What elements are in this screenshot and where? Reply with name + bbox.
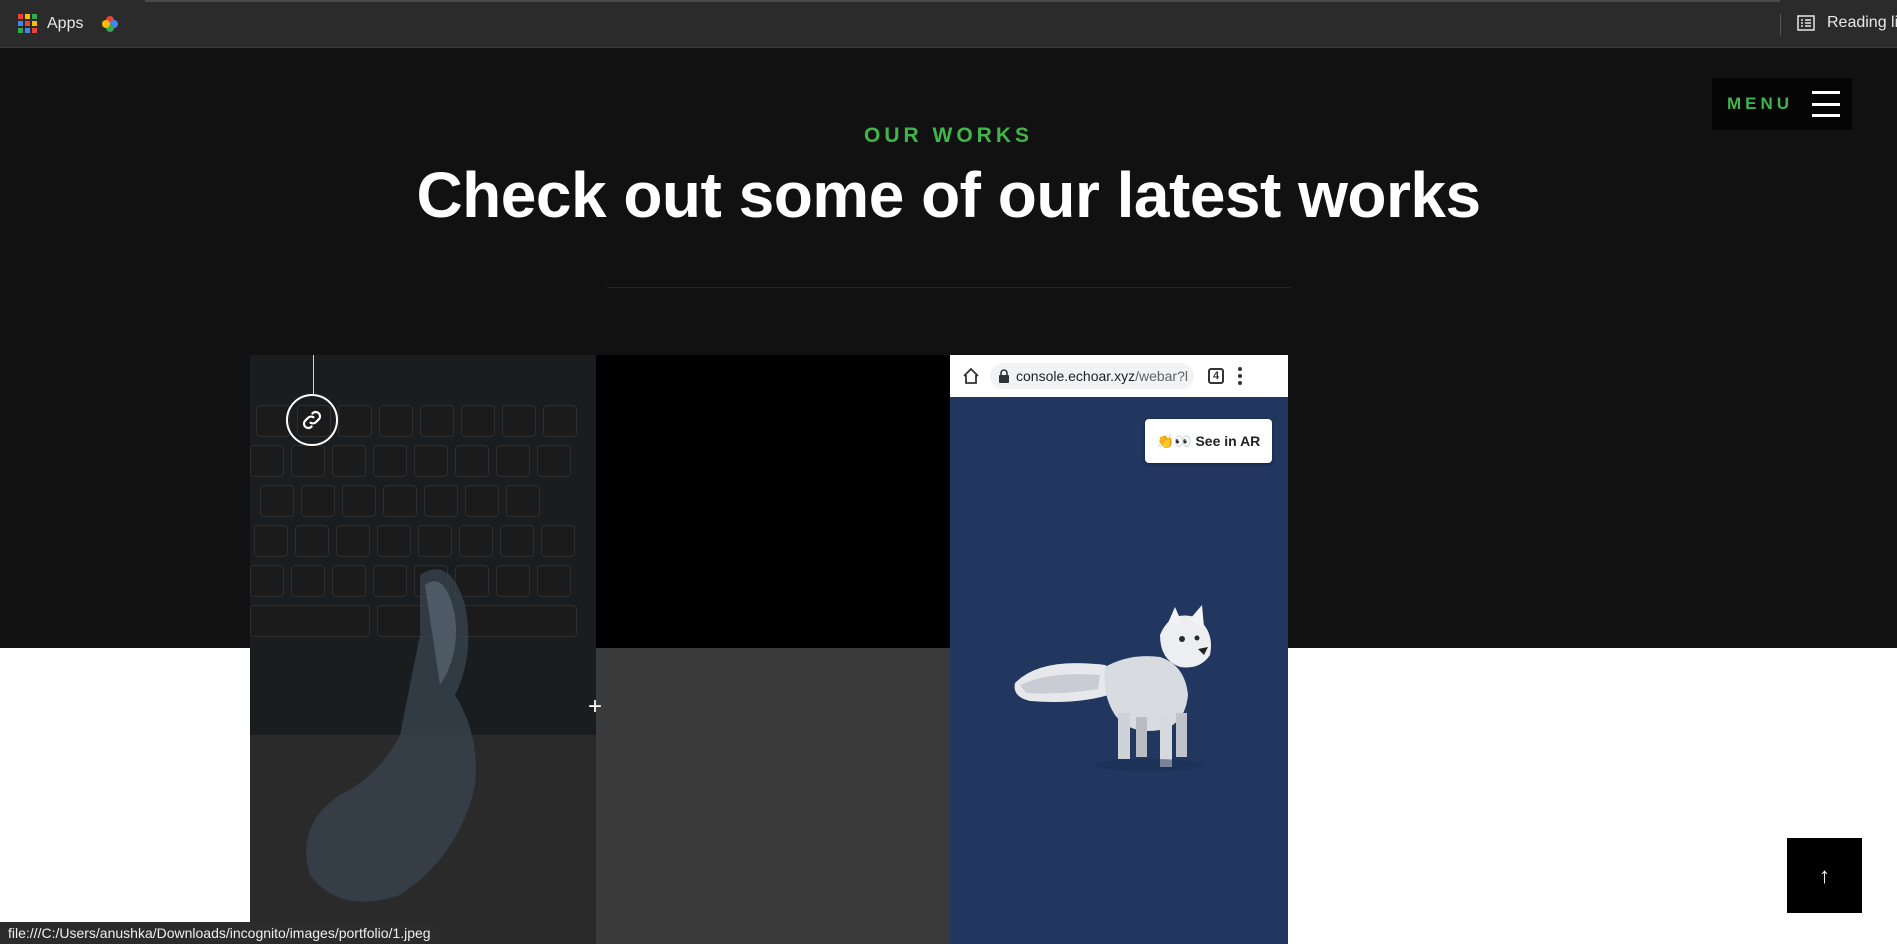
section-title: Check out some of our latest works <box>416 159 1481 231</box>
tab-count-icon: 4 <box>1208 368 1224 384</box>
reading-list-button[interactable]: Reading list <box>1797 14 1897 32</box>
bookmarks-bar: Apps Reading list <box>0 0 1897 48</box>
menu-label: MENU <box>1727 94 1794 113</box>
section-divider <box>607 287 1291 288</box>
apps-grid-icon <box>18 14 37 33</box>
arrow-up-icon: ↑ <box>1819 862 1830 888</box>
portfolio-item-placeholder[interactable] <box>596 648 950 944</box>
portfolio-item-video[interactable] <box>596 355 950 648</box>
phone-url-bar: console.echoar.xyz/webar?l <box>990 363 1194 389</box>
scroll-to-top-button[interactable]: ↑ <box>1787 838 1862 913</box>
bookmarks-divider <box>1780 14 1781 36</box>
phone-browser-bar: console.echoar.xyz/webar?l 4 <box>950 355 1288 397</box>
arctic-fox-model-image <box>1014 605 1211 771</box>
home-icon <box>963 367 979 384</box>
status-bar-url: file:///C:/Users/anushka/Downloads/incog… <box>0 922 439 944</box>
portfolio-item-phone-ar[interactable]: console.echoar.xyz/webar?l 4 👏👀 See in A… <box>950 355 1288 944</box>
reading-list-label: Reading list <box>1827 14 1897 31</box>
apps-label: Apps <box>47 14 84 32</box>
reading-list-icon <box>1797 15 1815 31</box>
section-eyebrow: OUR WORKS <box>864 124 1033 147</box>
kebab-menu-icon <box>1238 367 1242 385</box>
google-photos-bookmark-icon[interactable] <box>100 14 120 34</box>
tab-strip-edge <box>145 0 1780 2</box>
phone-url-host: console.echoar.xyz <box>1016 368 1136 384</box>
menu-button[interactable]: MENU <box>1712 78 1852 130</box>
see-in-ar-button: 👏👀 See in AR <box>1145 419 1272 463</box>
link-connector-line <box>313 355 314 395</box>
phone-url-path: /webar?l <box>1135 368 1188 384</box>
plus-icon[interactable]: + <box>588 695 602 719</box>
link-icon[interactable] <box>286 394 338 446</box>
lock-icon <box>999 369 1009 383</box>
hamburger-icon <box>1812 91 1840 117</box>
apps-bookmark[interactable]: Apps <box>18 14 83 33</box>
